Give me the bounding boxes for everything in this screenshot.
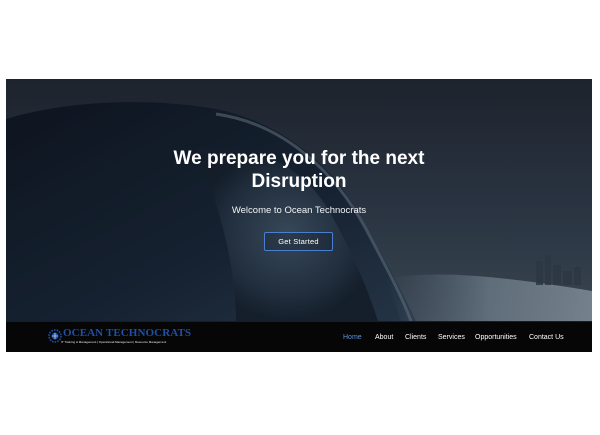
hero-section: We prepare you for the next Disruption W… — [6, 79, 592, 321]
gear-globe-icon — [48, 329, 62, 343]
nav-item-services[interactable]: Services — [438, 333, 465, 342]
nav-item-clients[interactable]: Clients — [405, 333, 426, 342]
site-logo[interactable]: OCEAN TECHNOCRATS IT Training & Manageme… — [48, 327, 192, 347]
brand-subtitle: IT Training & Management | Operational M… — [61, 340, 167, 344]
nav-item-opportunities[interactable]: Opportunities — [475, 333, 517, 342]
hero-tagline: Welcome to Ocean Technocrats — [231, 205, 367, 216]
get-started-button[interactable]: Get Started — [264, 232, 333, 251]
nav-item-home[interactable]: Home — [343, 333, 362, 342]
wave-background-image — [6, 79, 592, 321]
main-navbar: OCEAN TECHNOCRATS IT Training & Manageme… — [6, 321, 592, 352]
headline-line-1: We prepare you for the next — [173, 148, 425, 169]
site-frame: We prepare you for the next Disruption W… — [6, 79, 592, 352]
brand-name: OCEAN TECHNOCRATS — [63, 327, 192, 339]
hero-headline: We prepare you for the next Disruption — [6, 147, 592, 193]
nav-item-contact-us[interactable]: Contact Us — [529, 333, 564, 342]
headline-line-2: Disruption — [251, 171, 347, 192]
nav-item-about[interactable]: About — [375, 333, 393, 342]
